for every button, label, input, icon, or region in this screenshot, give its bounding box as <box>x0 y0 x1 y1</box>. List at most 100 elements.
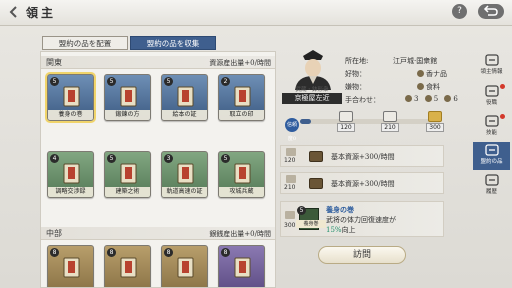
trust-progress-fill <box>300 119 312 124</box>
chest-icon <box>309 178 323 189</box>
sidebar-item-label: 役職 <box>485 100 497 106</box>
card-count-badge: 8 <box>107 248 116 257</box>
card-count-badge: 5 <box>164 77 173 86</box>
final-reward: 300 5 養身巻 養身の巻 武将の体力回復速度が 15%向上 <box>280 201 444 237</box>
sidebar-item-role[interactable]: 役職 <box>473 83 510 111</box>
book-icon <box>174 85 197 108</box>
card-label: 建築之術 <box>105 187 150 197</box>
pact-item-card[interactable]: 3 軌道高速の証 <box>161 151 208 198</box>
region-header-kanto: 関東 資源産出量+0/時間 <box>41 56 275 69</box>
pact-item-card[interactable]: 5 攻城兵蔵 <box>218 151 265 198</box>
character-name: 京極屋左近 <box>282 93 342 104</box>
book-icon <box>60 162 83 185</box>
region-rate: 資源産出量+0/時間 <box>209 59 271 67</box>
chest-icon <box>383 111 397 122</box>
food-icon <box>417 83 424 90</box>
notification-dot <box>500 84 505 89</box>
history-icon <box>484 173 500 187</box>
page-title: 領主 <box>26 6 57 20</box>
chest-icon <box>339 111 353 122</box>
trust-icon <box>285 211 295 219</box>
card-count-badge: 5 <box>107 154 116 163</box>
trust-node[interactable]: 300 <box>426 111 444 132</box>
goods-label: 嫌物： <box>345 83 366 91</box>
card-count-badge: 8 <box>164 248 173 257</box>
item-icon <box>117 256 140 279</box>
sidebar-item-skill[interactable]: 技能 <box>473 113 510 141</box>
pact-item-card[interactable]: 8 <box>104 245 151 287</box>
sidebar-item-lord-info[interactable]: 領主情報 <box>473 52 510 80</box>
card-label: 攻城兵蔵 <box>219 187 264 197</box>
role-icon <box>484 84 500 98</box>
sidebar-item-label: 盟約の品 <box>480 159 503 165</box>
pact-item-card[interactable]: 4 調略交渉録 <box>47 151 94 198</box>
pact-item-card[interactable]: 5 鍛錬の方 <box>104 74 151 121</box>
sidebar-item-label: 技能 <box>485 130 497 136</box>
gift-item-icon <box>405 95 412 102</box>
pact-item-card[interactable]: 2 取立の印 <box>218 74 265 121</box>
card-count-badge: 4 <box>50 154 59 163</box>
trust-icon <box>286 175 296 183</box>
chest-icon <box>309 151 323 162</box>
seal-icon <box>174 162 197 185</box>
card-label: 取立の印 <box>219 110 264 120</box>
back-arrow-icon[interactable] <box>5 4 23 22</box>
card-count-badge: 8 <box>50 248 59 257</box>
item-icon <box>231 256 254 279</box>
skill-icon <box>484 114 500 128</box>
trust-node[interactable]: 120 <box>337 111 355 132</box>
brush-icon <box>117 85 140 108</box>
final-reward-desc: 15%向上 <box>326 226 356 234</box>
region-name: 中部 <box>46 229 62 238</box>
pact-item-card[interactable]: 5 絵本の証 <box>161 74 208 121</box>
region-name: 関東 <box>46 58 62 67</box>
pact-item-card[interactable]: 8 <box>218 245 265 287</box>
help-button[interactable]: ? <box>452 4 467 19</box>
pact-item-card[interactable]: 5 養身の巻 <box>45 72 96 123</box>
gift-label: 手合わせ： <box>345 96 380 104</box>
sidebar-item-pact-item[interactable]: 盟約の品 <box>473 142 510 170</box>
region-header-chubu: 中部 銀銭産出量+0/時間 <box>41 227 275 240</box>
location-label: 所在地: <box>345 57 369 65</box>
card-label: 絵本の証 <box>162 110 207 120</box>
region-rate: 銀銭産出量+0/時間 <box>209 230 271 238</box>
top-bar: 領主 ? <box>0 0 512 26</box>
card-count-badge: 5 <box>50 77 59 86</box>
gift-item-icon <box>444 95 452 102</box>
item-icon <box>174 256 197 279</box>
tab-collect-pact-items[interactable]: 盟約の品を収集 <box>130 36 216 50</box>
card-count-badge: 5 <box>107 77 116 86</box>
final-reward-title: 養身の巻 <box>326 205 354 214</box>
return-button[interactable] <box>478 4 504 19</box>
card-label: 調略交渉録 <box>48 187 93 197</box>
gift-item-icon <box>424 95 432 102</box>
trust-level-badge: 信頼度0 <box>285 118 299 142</box>
incense-icon <box>417 70 424 77</box>
seal-icon <box>231 85 254 108</box>
visit-button[interactable]: 訪問 <box>318 246 406 264</box>
sidebar-item-label: 履歴 <box>485 189 497 195</box>
reward-row: 210 基本資源+300/時間 <box>280 172 444 194</box>
pact-item-card[interactable]: 8 <box>161 245 208 287</box>
tab-place-pact-items[interactable]: 盟約の品を配置 <box>42 36 128 50</box>
lord-info-icon <box>484 53 500 67</box>
card-label: 軌道高速の証 <box>162 187 207 197</box>
pact-item-card[interactable]: 5 建築之術 <box>104 151 151 198</box>
book-icon <box>117 162 140 185</box>
sidebar-item-label: 領主情報 <box>480 69 503 75</box>
card-count-badge: 5 <box>221 154 230 163</box>
card-label: 鍛錬の方 <box>105 110 150 120</box>
notification-dot <box>500 114 505 119</box>
card-label: 養身の巻 <box>48 110 93 120</box>
trust-node[interactable]: 210 <box>381 111 399 132</box>
reward-row: 120 基本資源+300/時間 <box>280 145 444 167</box>
card-count-badge: 8 <box>221 248 230 257</box>
pact-items-panel: 関東 資源産出量+0/時間 5 養身の巻 5 鍛錬の方 5 絵本の証 2 取立の印 4 調略交渉録… <box>40 51 276 288</box>
character-title: 武蔵・鉢形衆 <box>295 87 329 93</box>
app-root: 領主 ? 盟約の品を配置 盟約の品を収集 関東 資源産出量+0/時間 5 養身の巻… <box>0 0 512 288</box>
return-arrow-icon <box>483 5 498 16</box>
scroll-icon <box>60 85 83 108</box>
sidebar-item-history[interactable]: 履歴 <box>473 172 510 200</box>
pact-item-card[interactable]: 8 <box>47 245 94 287</box>
final-reward-desc: 武将の体力回復速度が <box>326 216 396 224</box>
